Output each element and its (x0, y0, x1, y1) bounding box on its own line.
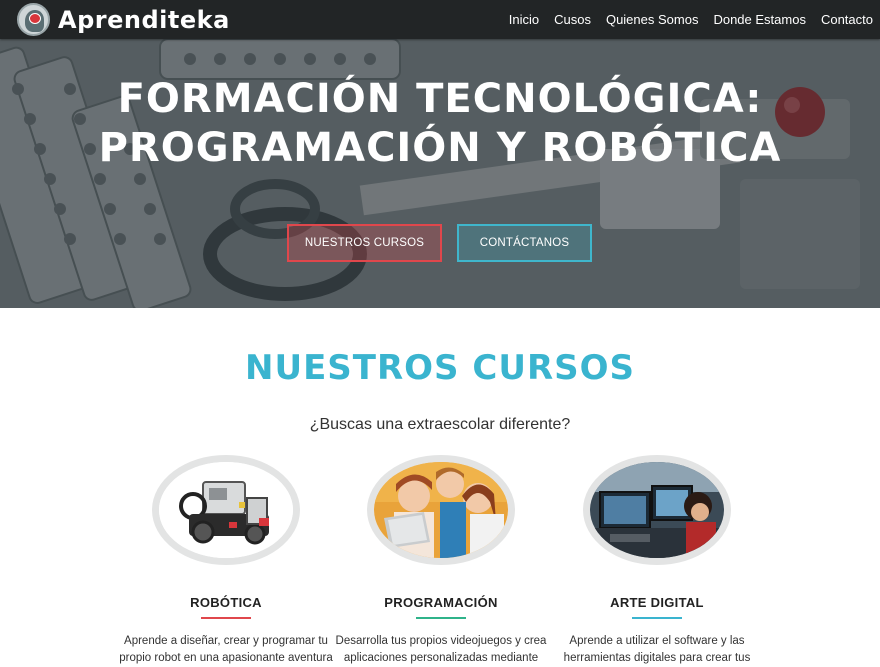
contact-us-button[interactable]: CONTÁCTANOS (457, 224, 592, 262)
nav-item-cursos[interactable]: Cusos (554, 12, 591, 27)
course-card-programacion: PROGRAMACIÓN Desarrolla tus propios vide… (326, 455, 556, 667)
course-title-arte-digital: ARTE DIGITAL (610, 595, 704, 610)
course-title-robotica: ROBÓTICA (190, 595, 262, 610)
course-accent-line (201, 617, 251, 619)
course-card-robotica: ROBÓTICA Aprende a diseñar, crear y prog… (111, 455, 341, 667)
course-accent-line (632, 617, 682, 619)
hero-title: FORMACIÓN TECNOLÓGICA: PROGRAMACIÓN Y RO… (0, 75, 880, 173)
nav-item-contacto[interactable]: Contacto (821, 12, 873, 27)
our-courses-button[interactable]: NUESTROS CURSOS (287, 224, 442, 262)
nav-item-donde-estamos[interactable]: Donde Estamos (713, 12, 806, 27)
hero-title-line-1: FORMACIÓN TECNOLÓGICA: (117, 76, 763, 122)
digital-art-image[interactable] (583, 455, 731, 565)
courses-subheading: ¿Buscas una extraescolar diferente? (309, 416, 571, 433)
hero-banner: FORMACIÓN TECNOLÓGICA: PROGRAMACIÓN Y RO… (0, 39, 880, 308)
courses-heading: NUESTROS CURSOS (245, 348, 635, 388)
nav-item-inicio[interactable]: Inicio (509, 12, 539, 27)
hero-title-line-2: PROGRAMACIÓN Y ROBÓTICA (98, 125, 782, 171)
course-description-robotica: Aprende a diseñar, crear y programar tu … (119, 635, 333, 664)
course-card-arte-digital: ARTE DIGITAL Aprende a utilizar el softw… (542, 455, 772, 667)
nav-item-quienes-somos[interactable]: Quienes Somos (606, 12, 699, 27)
programming-image[interactable] (367, 455, 515, 565)
course-description-arte-digital: Aprende a utilizar el software y las her… (563, 635, 751, 664)
course-description-programacion: Desarrolla tus propios videojuegos y cre… (335, 635, 547, 664)
course-title-programacion: PROGRAMACIÓN (384, 595, 498, 610)
course-accent-line (416, 617, 466, 619)
brain-head-logo-icon (17, 3, 50, 36)
nav-menu: Inicio Cusos Quienes Somos Donde Estamos… (494, 0, 873, 39)
robotics-image[interactable] (152, 455, 300, 565)
brand-name: Aprenditeka (58, 5, 230, 34)
brand-logo[interactable]: Aprenditeka (17, 3, 230, 36)
top-navbar: Aprenditeka Inicio Cusos Quienes Somos D… (0, 0, 880, 39)
